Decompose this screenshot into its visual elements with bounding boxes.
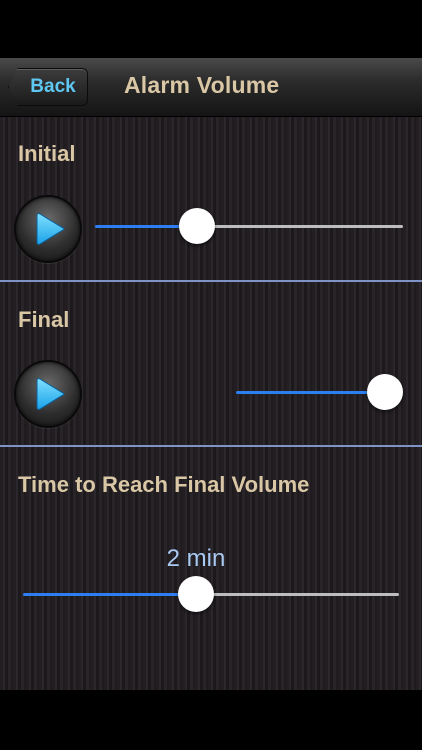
ramp-slider-fill xyxy=(23,593,196,596)
back-button-label: Back xyxy=(30,76,76,97)
back-button[interactable]: Back xyxy=(8,68,88,106)
play-icon xyxy=(36,213,65,245)
navigation-bar: Back Alarm Volume xyxy=(0,58,422,117)
settings-panel: Initial Final Time to Reach Final Volume… xyxy=(0,117,422,690)
ramp-time-value: 2 min xyxy=(166,545,226,572)
initial-label: Initial xyxy=(18,141,76,166)
final-slider-fill xyxy=(236,391,385,394)
bottom-bar xyxy=(0,690,422,750)
section-divider xyxy=(0,280,422,282)
final-play-button[interactable] xyxy=(14,360,82,428)
initial-volume-slider-thumb[interactable] xyxy=(178,208,215,244)
initial-play-button[interactable] xyxy=(14,195,82,263)
final-label: Final xyxy=(18,307,70,332)
initial-slider-track[interactable] xyxy=(196,225,403,228)
ramp-slider-track[interactable] xyxy=(195,593,399,596)
section-divider xyxy=(0,445,422,447)
play-icon xyxy=(36,378,65,410)
page-title: Alarm Volume xyxy=(124,72,280,98)
ramp-time-slider-thumb[interactable] xyxy=(177,576,214,612)
final-volume-slider-thumb[interactable] xyxy=(367,374,403,410)
ramp-time-label: Time to Reach Final Volume xyxy=(18,472,310,497)
